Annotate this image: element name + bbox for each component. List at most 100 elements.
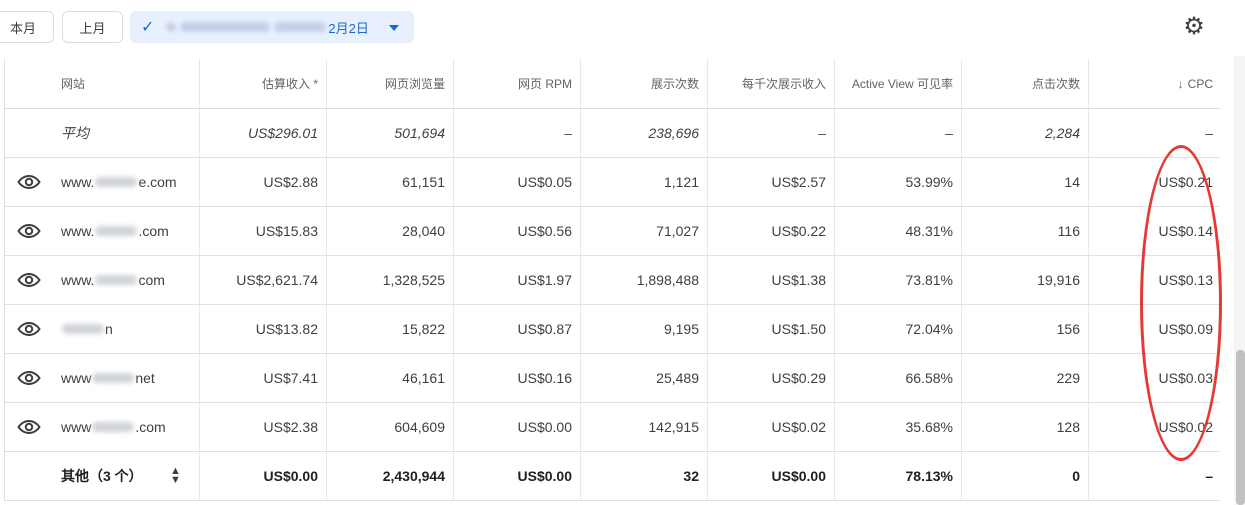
eye-icon[interactable] [17, 417, 41, 437]
cell-clicks: 229 [962, 354, 1089, 402]
cell-est-revenue: US$13.82 [200, 305, 327, 353]
cell-impression-rpm: US$2.57 [708, 158, 835, 206]
site-prefix: www. [61, 272, 95, 288]
col-cpc[interactable]: ↓ CPC [1089, 59, 1221, 108]
table-row: n US$13.82 15,822 US$0.87 9,195 US$1.50 72.04%… [5, 305, 1220, 354]
eye-icon[interactable] [17, 270, 41, 290]
table-row: www. e.com US$2.88 61,151 US$0.05 1,121 US$2.5… [5, 158, 1220, 207]
cell-clicks: 2,284 [962, 109, 1089, 157]
cell-site: n [5, 305, 200, 353]
cell-cpc: US$0.13 [1158, 272, 1213, 288]
others-row: 其他（3 个） ▲ ▼ US$0.00 2,430,944 US$0.00 32 … [5, 452, 1220, 501]
date-toolbar: 本月 上月 ✓ 2月2日 ⚙ [0, 0, 1245, 56]
col-impressions[interactable]: 展示次数 [581, 59, 708, 108]
cell-active-view: 72.04% [835, 305, 962, 353]
col-cpc-label: CPC [1187, 76, 1213, 91]
eye-icon[interactable] [17, 221, 41, 241]
col-active-view[interactable]: Active View 可见率 [835, 59, 962, 108]
cell-cpc: US$0.09 [1158, 321, 1213, 337]
redacted-site [62, 324, 104, 334]
col-impression-rpm[interactable]: 每千次展示收入 [708, 59, 835, 108]
cell-est-revenue: US$2,621.74 [200, 256, 327, 304]
chip-this-month[interactable]: 本月 [0, 11, 54, 43]
gear-icon[interactable]: ⚙ [1181, 14, 1207, 40]
cell-site: www.com [5, 403, 200, 451]
data-rows: www. e.com US$2.88 61,151 US$0.05 1,121 US$2.5… [5, 158, 1220, 452]
cell-page-views: 501,694 [327, 109, 454, 157]
scrollbar-thumb[interactable] [1236, 350, 1245, 505]
cell-clicks: 0 [962, 452, 1089, 500]
cell-clicks: 116 [962, 207, 1089, 255]
cell-cpc: US$0.03 [1158, 370, 1213, 386]
col-clicks[interactable]: 点击次数 [962, 59, 1089, 108]
cell-clicks: 156 [962, 305, 1089, 353]
cell-cpc: – [1205, 125, 1213, 141]
expand-collapse-icon[interactable]: ▲ ▼ [170, 466, 181, 486]
average-row: 平均 US$296.01 501,694 – 238,696 – – 2,284… [5, 109, 1220, 158]
eye-icon[interactable] [17, 368, 41, 388]
eye-icon[interactable] [17, 172, 41, 192]
cell-cpc: US$0.02 [1158, 419, 1213, 435]
cell-active-view: 53.99% [835, 158, 962, 206]
site-prefix: www. [61, 223, 95, 239]
others-label-text: 其他（3 个） [61, 468, 143, 484]
site-suffix: n [105, 321, 113, 337]
site-prefix: www. [61, 174, 95, 190]
cell-est-revenue: US$2.38 [200, 403, 327, 451]
cell-page-rpm: US$0.00 [454, 403, 581, 451]
cell-page-rpm: US$1.97 [454, 256, 581, 304]
cell-est-revenue: US$296.01 [200, 109, 327, 157]
cell-cpc: US$0.21 [1158, 174, 1213, 190]
cell-site: www. .com [5, 207, 200, 255]
cell-page-views: 28,040 [327, 207, 454, 255]
check-icon: ✓ [141, 19, 155, 36]
cell-active-view: 66.58% [835, 354, 962, 402]
redacted-site [95, 226, 138, 236]
col-site[interactable]: 网站 [5, 59, 200, 108]
col-page-rpm[interactable]: 网页 RPM [454, 59, 581, 108]
cell-page-views: 1,328,525 [327, 256, 454, 304]
col-est-revenue[interactable]: 估算收入 * [200, 59, 327, 108]
site-suffix: net [135, 370, 155, 386]
site-prefix: www [61, 370, 92, 386]
cell-impressions: 9,195 [581, 305, 708, 353]
cell-impression-rpm: US$0.02 [708, 403, 835, 451]
cell-page-rpm: US$0.05 [454, 158, 581, 206]
cell-impressions: 1,898,488 [581, 256, 708, 304]
sort-desc-icon: ↓ [1177, 76, 1184, 91]
date-range-chip[interactable]: ✓ 2月2日 [130, 11, 414, 43]
table-row: www. .com US$15.83 28,040 US$0.56 71,027 US$0.… [5, 207, 1220, 256]
cell-active-view: – [835, 109, 962, 157]
dropdown-caret-icon [389, 25, 399, 31]
cell-page-views: 46,161 [327, 354, 454, 402]
chip-last-month[interactable]: 上月 [62, 11, 123, 43]
site-prefix: www [61, 419, 92, 435]
cell-cpc: US$0.14 [1158, 223, 1213, 239]
site-suffix: e.com [138, 174, 177, 190]
cell-est-revenue: US$7.41 [200, 354, 327, 402]
cell-page-views: 61,151 [327, 158, 454, 206]
cell-est-revenue: US$2.88 [200, 158, 327, 206]
cell-site: www net [5, 354, 200, 402]
cell-impression-rpm: US$1.50 [708, 305, 835, 353]
site-suffix: .com [138, 223, 169, 239]
redacted-text [166, 22, 177, 32]
cell-impression-rpm: – [708, 109, 835, 157]
cell-site: www. com [5, 256, 200, 304]
table-row: www .com US$2.38 604,609 US$0.00 142,915 US$0.… [5, 403, 1220, 452]
redacted-text [180, 22, 271, 32]
cell-active-view: 35.68% [835, 403, 962, 451]
cell-impressions: 238,696 [581, 109, 708, 157]
cell-impressions: 32 [581, 452, 708, 500]
cell-active-view: 73.81% [835, 256, 962, 304]
cell-page-rpm: US$0.16 [454, 354, 581, 402]
eye-icon[interactable] [17, 319, 41, 339]
cell-impressions: 1,121 [581, 158, 708, 206]
col-page-views[interactable]: 网页浏览量 [327, 59, 454, 108]
site-suffix: com [138, 272, 165, 288]
cell-impression-rpm: US$0.00 [708, 452, 835, 500]
redacted-text [274, 22, 327, 32]
redacted-site [92, 422, 135, 432]
cell-cpc: – [1205, 468, 1213, 484]
others-label[interactable]: 其他（3 个） ▲ ▼ [5, 452, 200, 500]
